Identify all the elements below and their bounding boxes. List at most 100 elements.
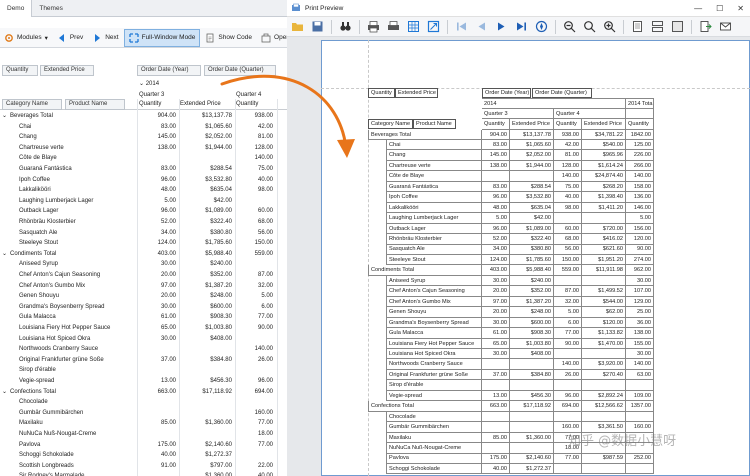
table-row[interactable]: Chai 83.00 $1,065.60 42.00 bbox=[0, 122, 290, 133]
preview-total-quantity: 30.00 bbox=[626, 348, 654, 360]
watermark: 知乎 @数据小慧呀 bbox=[568, 434, 677, 449]
table-row[interactable]: NuNuCa Nuß-Nougat-Creme 18.00 bbox=[0, 429, 290, 440]
quantity-cell: 91.00 bbox=[160, 462, 176, 469]
preview-q3-extended: $240.00 bbox=[510, 275, 554, 287]
table-row[interactable]: Louisiana Hot Spiced Okra 30.00 $408.00 bbox=[0, 334, 290, 345]
quantity-cell bbox=[139, 344, 179, 355]
quantity-q4-cell: 90.00 bbox=[257, 325, 273, 331]
table-row[interactable]: Grandma's Boysenberry Spread 30.00 $600.00… bbox=[0, 302, 290, 313]
modules-button[interactable]: Modules ▾ bbox=[0, 29, 52, 47]
zoom-in-icon[interactable] bbox=[603, 20, 616, 33]
table-row[interactable]: Sasquatch Ale 34.00 $380.80 56.00 bbox=[0, 228, 290, 239]
table-row[interactable]: Gula Malacca 61.00 $908.30 77.00 bbox=[0, 312, 290, 323]
table-row[interactable]: Gumbär Gummibärchen 160.00 bbox=[0, 408, 290, 419]
previous-page-icon[interactable] bbox=[475, 20, 488, 33]
table-row[interactable]: Louisiana Fiery Hot Pepper Sauce 65.00 $1,… bbox=[0, 323, 290, 334]
field-category-name[interactable]: Category Name bbox=[2, 99, 62, 110]
table-row[interactable]: Aniseed Syrup 30.00 $240.00 bbox=[0, 259, 290, 270]
binoculars-icon[interactable] bbox=[339, 20, 352, 33]
group-total-row[interactable]: ⌄ Condiments Total 403.00 $5,988.40 559.00 bbox=[0, 249, 290, 260]
quantity-cell: 96.00 bbox=[160, 176, 176, 183]
table-row[interactable]: Chocolade bbox=[0, 397, 290, 408]
table-row[interactable]: Maxilaku 85.00 $1,360.00 77.00 bbox=[0, 418, 290, 429]
table-row[interactable]: Chartreuse verte 138.00 $1,944.00 128.00 bbox=[0, 143, 290, 154]
table-row[interactable]: Outback Lager 96.00 $1,089.00 60.00 bbox=[0, 206, 290, 217]
field-quantity[interactable]: Quantity bbox=[2, 65, 38, 76]
table-row[interactable]: Laughing Lumberjack Lager 5.00 $42.00 bbox=[0, 196, 290, 207]
prev-button[interactable]: Prev bbox=[53, 29, 87, 47]
zoom-out-icon[interactable] bbox=[563, 20, 576, 33]
close-icon[interactable]: ✕ bbox=[737, 4, 744, 13]
table-row[interactable]: Chang 145.00 $2,052.00 81.00 bbox=[0, 132, 290, 143]
save-icon[interactable] bbox=[311, 20, 324, 33]
table-row[interactable]: Original Frankfurter grüne Soße 37.00 $384… bbox=[0, 355, 290, 366]
table-row[interactable]: Lakkalikööri 48.00 $635.04 98.00 bbox=[0, 185, 290, 196]
scale-icon[interactable] bbox=[427, 20, 440, 33]
next-button[interactable]: Next bbox=[88, 29, 122, 47]
field-extended-price[interactable]: Extended Price bbox=[40, 65, 94, 76]
page-setup-icon[interactable] bbox=[407, 20, 420, 33]
extended-price-cell bbox=[180, 365, 235, 376]
table-row[interactable]: Vegie-spread 13.00 $456.30 96.00 bbox=[0, 376, 290, 387]
field-product-name[interactable]: Product Name bbox=[65, 99, 125, 110]
collapse-icon[interactable]: ⌄ bbox=[2, 249, 10, 260]
last-page-icon[interactable] bbox=[515, 20, 528, 33]
quick-print-icon[interactable] bbox=[387, 20, 400, 33]
minimize-icon[interactable]: — bbox=[694, 4, 702, 13]
preview-product-label: Chef Anton's Gumbo Mix bbox=[386, 296, 482, 308]
category-label: Beverages Total bbox=[10, 113, 53, 119]
quantity-q4-cell: 77.00 bbox=[257, 441, 273, 448]
preview-q3-extended: $2,140.60 bbox=[510, 453, 554, 464]
open-folder-icon[interactable] bbox=[291, 20, 304, 33]
preview-field-extended-price: Extended Price bbox=[395, 88, 438, 98]
preview-table-row: Chartreuse verte 138.00 $1,944.00 128.00 $1,… bbox=[368, 160, 750, 172]
table-row[interactable]: Sirop d'érable bbox=[0, 365, 290, 376]
preview-table-row: Louisiana Hot Spiced Okra 30.00 $408.00 30.… bbox=[368, 348, 750, 360]
page-layout-icon[interactable] bbox=[631, 20, 644, 33]
tab-themes[interactable]: Themes bbox=[32, 0, 69, 17]
table-row[interactable]: Pavlova 175.00 $2,140.60 77.00 bbox=[0, 440, 290, 451]
collapse-icon[interactable]: ⌄ bbox=[2, 111, 10, 122]
preview-q4-extended: $720.00 bbox=[582, 223, 626, 235]
preview-table-row: Sirop d'érable bbox=[368, 380, 750, 391]
product-label: Aniseed Syrup bbox=[19, 261, 59, 268]
table-row[interactable]: Guaraná Fantástica 83.00 $288.54 75.00 bbox=[0, 164, 290, 175]
table-row[interactable]: Ipoh Coffee 96.00 $3,532.80 40.00 bbox=[0, 175, 290, 186]
table-row[interactable]: Côte de Blaye 140.00 bbox=[0, 153, 290, 164]
table-row[interactable]: Schoggi Schokolade 40.00 $1,272.37 bbox=[0, 450, 290, 461]
navigation-icon[interactable] bbox=[535, 20, 548, 33]
export-icon[interactable] bbox=[699, 20, 712, 33]
preview-q3-quantity: 37.00 bbox=[482, 369, 510, 381]
print-icon[interactable] bbox=[367, 20, 380, 33]
year-header[interactable]: ⌄ 2014 bbox=[139, 79, 199, 90]
maximize-icon[interactable]: ☐ bbox=[716, 4, 723, 13]
col-quantity: Quantity bbox=[139, 101, 162, 107]
preview-q4-extended bbox=[582, 411, 626, 423]
first-page-icon[interactable] bbox=[455, 20, 468, 33]
multi-page-icon[interactable] bbox=[651, 20, 664, 33]
field-order-year[interactable]: Order Date (Year) bbox=[137, 65, 201, 76]
collapse-icon[interactable]: ⌄ bbox=[2, 387, 10, 398]
quantity-cell bbox=[139, 471, 179, 476]
table-row[interactable]: Chef Anton's Cajun Seasoning 20.00 $352.00… bbox=[0, 270, 290, 281]
preview-q3-extended: $248.00 bbox=[510, 307, 554, 318]
next-page-icon[interactable] bbox=[495, 20, 508, 33]
background-icon[interactable] bbox=[671, 20, 684, 33]
data-field-area: Quantity Extended Price Order Date (Year… bbox=[0, 65, 290, 77]
field-order-quarter[interactable]: Order Date (Quarter) bbox=[204, 65, 276, 76]
preview-q4-extended bbox=[582, 463, 626, 475]
table-row[interactable]: Rhönbräu Klosterbier 52.00 $322.40 68.00 bbox=[0, 217, 290, 228]
show-code-button[interactable]: Show Code bbox=[201, 29, 256, 47]
zoom-icon[interactable] bbox=[583, 20, 596, 33]
table-row[interactable]: Northwoods Cranberry Sauce 140.00 bbox=[0, 344, 290, 355]
group-total-row[interactable]: ⌄ Beverages Total 904.00 $13,137.78 938.00 bbox=[0, 111, 290, 122]
group-total-row[interactable]: ⌄ Confections Total 663.00 $17,118.92 694.00 bbox=[0, 387, 290, 398]
table-row[interactable]: Genen Shouyu 20.00 $248.00 5.00 bbox=[0, 291, 290, 302]
tab-demo[interactable]: Demo bbox=[0, 0, 33, 17]
table-row[interactable]: Scottish Longbreads 91.00 $797.00 22.00 bbox=[0, 461, 290, 472]
table-row[interactable]: Steeleye Stout 124.00 $1,785.60 150.00 bbox=[0, 238, 290, 249]
table-row[interactable]: Sir Rodney's Marmalade $1,360.0040.00 bbox=[0, 471, 290, 476]
table-row[interactable]: Chef Anton's Gumbo Mix 97.00 $1,387.20 32.0… bbox=[0, 281, 290, 292]
full-window-mode-button[interactable]: Full-Window Mode bbox=[123, 28, 201, 47]
email-icon[interactable] bbox=[719, 20, 732, 33]
